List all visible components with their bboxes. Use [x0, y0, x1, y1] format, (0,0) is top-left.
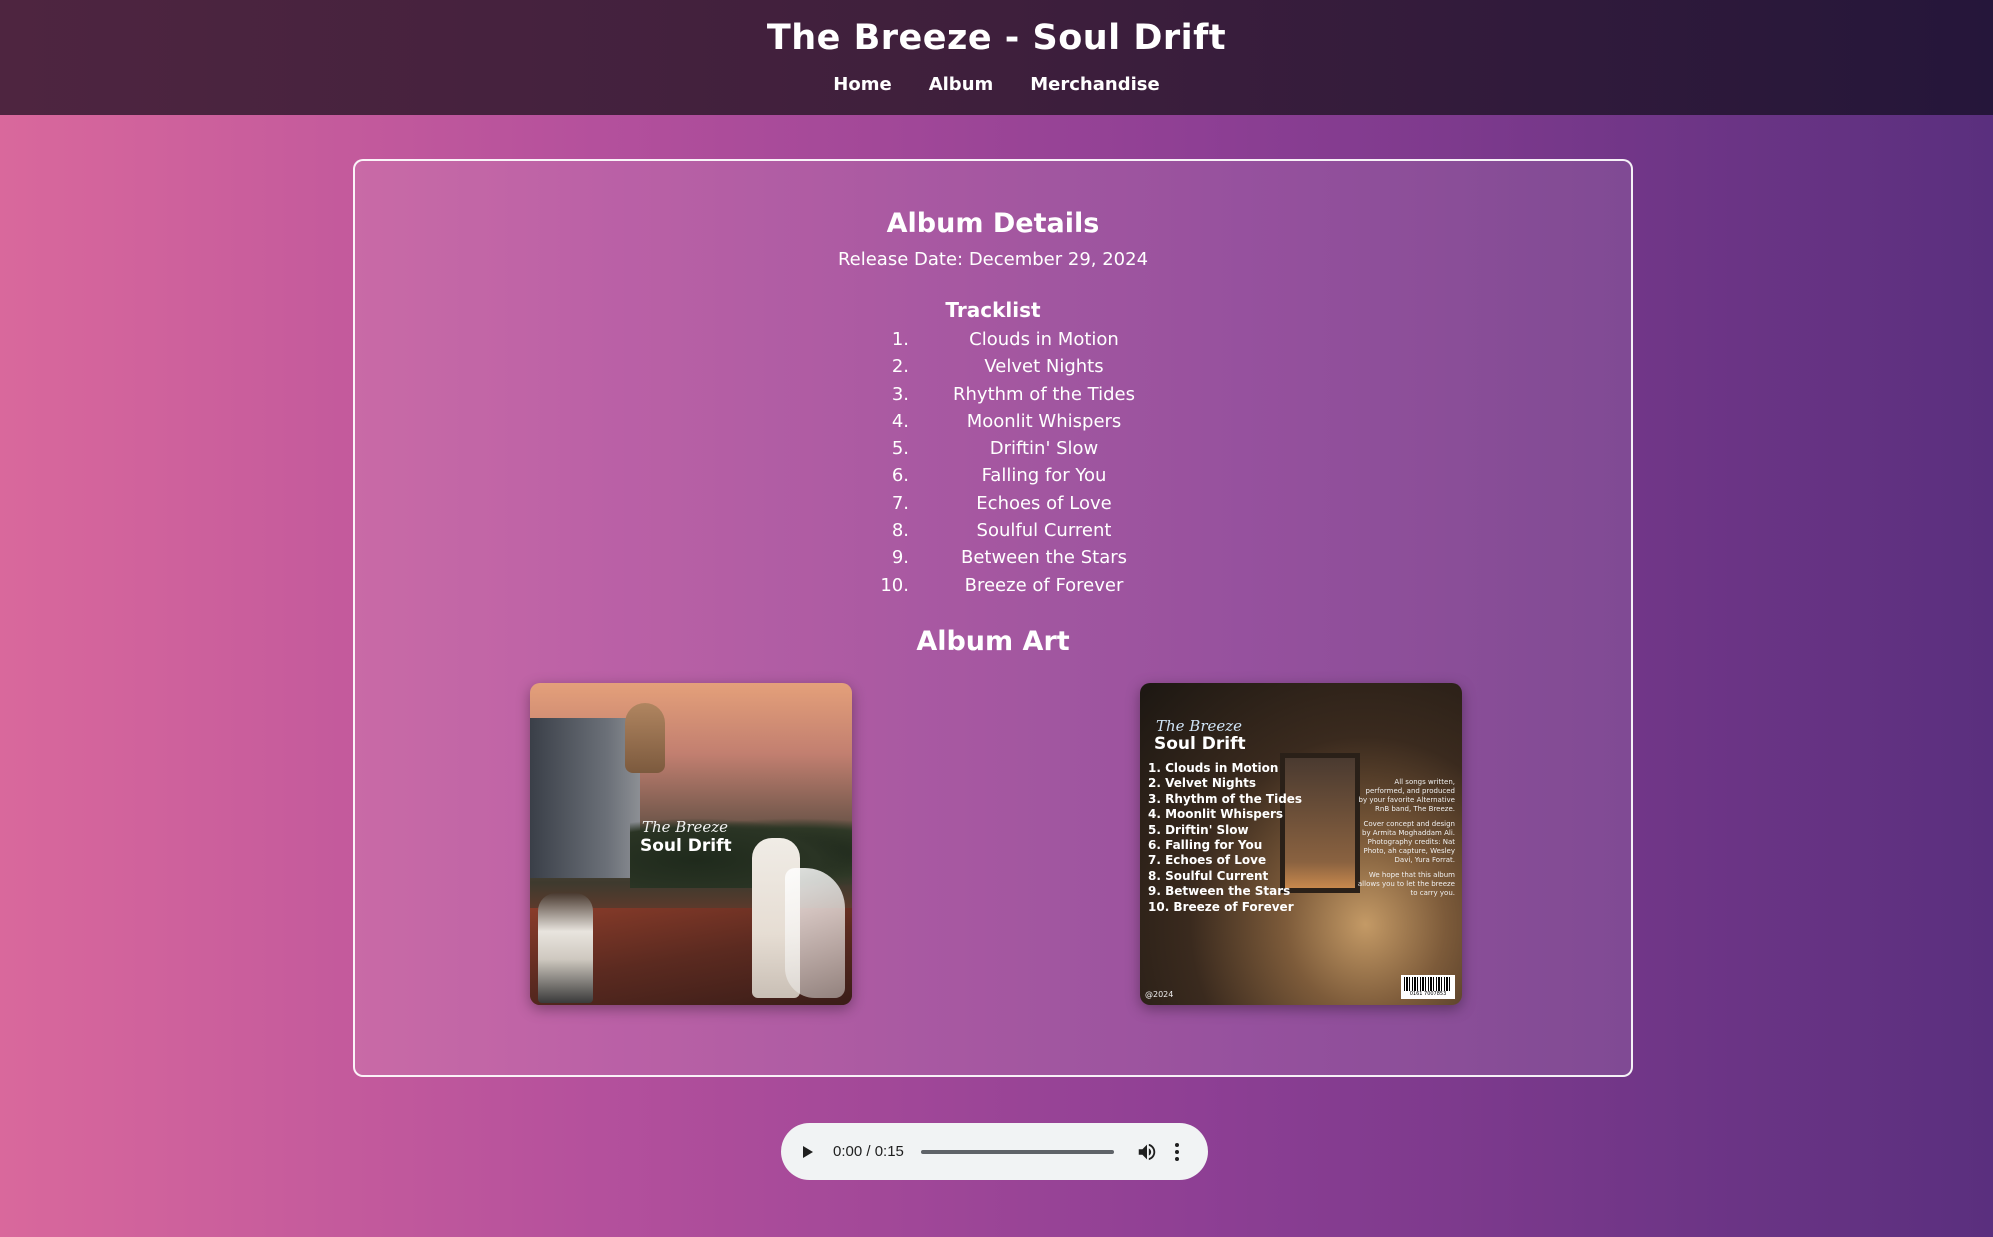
- track-item: 10. Breeze of Forever: [879, 572, 1179, 599]
- track-item: 1. Clouds in Motion: [879, 326, 1179, 353]
- play-icon[interactable]: [797, 1141, 819, 1163]
- track-item: 3. Rhythm of the Tides: [879, 381, 1179, 408]
- barcode: 0161 7007853: [1401, 975, 1455, 999]
- cover-statue: [625, 703, 665, 773]
- back-cover-tracklist: 1. Clouds in Motion 2. Velvet Nights 3. …: [1148, 761, 1302, 915]
- track-number: 6.: [891, 465, 909, 487]
- audio-player: 0:00 / 0:15: [781, 1123, 1208, 1180]
- album-front-cover: The Breeze Soul Drift: [530, 683, 852, 1005]
- credits-paragraph: We hope that this album allows you to le…: [1357, 871, 1455, 897]
- back-track-item: 6. Falling for You: [1148, 838, 1263, 853]
- tracklist: 1. Clouds in Motion 2. Velvet Nights 3. Rhy…: [879, 326, 1179, 599]
- track-number: 9.: [891, 547, 909, 569]
- track-item: 4. Moonlit Whispers: [879, 408, 1179, 435]
- back-track-item: 7. Echoes of Love: [1148, 853, 1267, 868]
- track-number: 7.: [891, 492, 909, 514]
- back-cover-credits: All songs written, performed, and produc…: [1355, 778, 1455, 904]
- track-title: Breeze of Forever: [964, 574, 1124, 596]
- more-options-icon[interactable]: [1168, 1141, 1186, 1163]
- track-number: 1.: [891, 329, 909, 350]
- back-cover-brand: The Breeze: [1156, 717, 1243, 735]
- track-item: 2. Velvet Nights: [879, 353, 1179, 380]
- time-display: 0:00 / 0:15: [833, 1143, 904, 1160]
- track-title: Between the Stars: [960, 547, 1128, 569]
- track-item: 5. Driftin' Slow: [879, 435, 1179, 462]
- cover-building: [530, 718, 640, 878]
- back-track-item: 8. Soulful Current: [1148, 868, 1269, 883]
- track-title: Velvet Nights: [984, 356, 1104, 378]
- album-back-cover: The Breeze Soul Drift 1. Clouds in Motio…: [1140, 683, 1462, 1005]
- album-details-heading: Album Details: [886, 208, 1100, 239]
- track-title: Driftin' Slow: [989, 438, 1099, 460]
- barcode-bars: [1404, 977, 1452, 991]
- barcode-digits: 0161 7007853: [1409, 991, 1447, 997]
- seek-bar[interactable]: [920, 1149, 1114, 1154]
- back-track-item: 5. Driftin' Slow: [1148, 822, 1249, 837]
- front-cover-brand: The Breeze: [642, 818, 729, 836]
- track-title: Echoes of Love: [976, 492, 1112, 514]
- album-art-heading: Album Art: [916, 626, 1070, 657]
- track-item: 7. Echoes of Love: [879, 490, 1179, 517]
- track-number: 2.: [891, 356, 909, 378]
- back-track-item: 1. Clouds in Motion: [1148, 761, 1279, 775]
- track-item: 9. Between the Stars: [879, 544, 1179, 571]
- cover-veil: [785, 868, 845, 998]
- track-number: 4.: [891, 410, 909, 432]
- track-title: Moonlit Whispers: [966, 410, 1122, 432]
- back-track-item: 3. Rhythm of the Tides: [1148, 791, 1303, 806]
- cover-figure-left: [538, 893, 593, 1003]
- nav-album-link[interactable]: Album: [929, 74, 994, 95]
- credits-paragraph: Cover concept and design by Armita Mogha…: [1362, 820, 1455, 864]
- main-nav: Home Album Merchandise: [0, 74, 1993, 95]
- back-track-item: 9. Between the Stars: [1148, 884, 1291, 899]
- track-item: 8. Soulful Current: [879, 517, 1179, 544]
- track-number: 3.: [891, 383, 909, 405]
- site-header: The Breeze - Soul Drift Home Album Merch…: [0, 0, 1993, 115]
- track-title: Clouds in Motion: [969, 329, 1119, 350]
- release-date: Release Date: December 29, 2024: [837, 249, 1149, 270]
- track-number: 5.: [891, 438, 909, 460]
- back-cover-album-title: Soul Drift: [1154, 734, 1246, 754]
- track-number: 8.: [891, 520, 909, 542]
- track-title: Rhythm of the Tides: [953, 383, 1135, 405]
- credits-paragraph: All songs written, performed, and produc…: [1358, 778, 1455, 813]
- track-number: 10.: [880, 574, 909, 596]
- back-track-item: 10. Breeze of Forever: [1148, 899, 1294, 914]
- track-item: 6. Falling for You: [879, 462, 1179, 489]
- nav-merchandise-link[interactable]: Merchandise: [1030, 74, 1159, 95]
- back-cover-year: @2024: [1145, 990, 1174, 999]
- track-title: Falling for You: [981, 465, 1107, 487]
- volume-icon[interactable]: [1136, 1141, 1158, 1163]
- nav-home-link[interactable]: Home: [833, 74, 891, 95]
- back-track-item: 2. Velvet Nights: [1148, 776, 1257, 791]
- site-title: The Breeze - Soul Drift: [766, 18, 1227, 58]
- album-details-card: Album Details Release Date: December 29,…: [353, 159, 1633, 1077]
- tracklist-heading: Tracklist: [945, 298, 1041, 322]
- front-cover-album-title: Soul Drift: [640, 836, 732, 856]
- track-title: Soulful Current: [976, 520, 1112, 542]
- back-track-item: 4. Moonlit Whispers: [1148, 807, 1284, 822]
